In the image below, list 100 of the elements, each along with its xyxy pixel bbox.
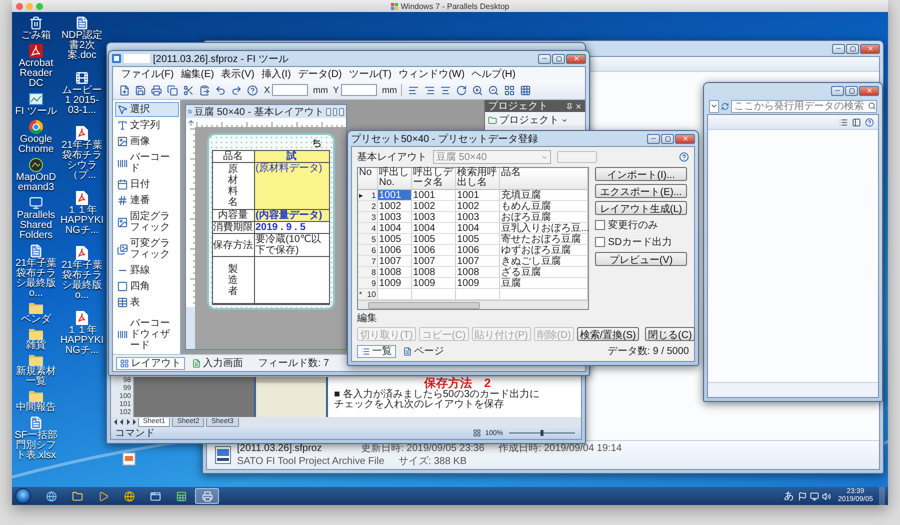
table-cell[interactable]: ゆずおぼろ豆腐	[500, 245, 588, 256]
sheet-navigation-icon[interactable]	[114, 419, 136, 425]
search-field[interactable]: ここから発行用データの検索	[731, 100, 877, 112]
tool-item[interactable]: 日付	[115, 177, 179, 192]
tool-item[interactable]: 選択	[115, 102, 179, 117]
desktop-icon-label[interactable]: ベンダ	[14, 315, 58, 325]
menu-item[interactable]: ファイル(F)	[121, 67, 174, 81]
table-cell[interactable]: 1008	[412, 267, 456, 278]
table-cell[interactable]: 1008	[378, 267, 412, 278]
pdf-file-icon[interactable]	[76, 126, 88, 140]
desktop-icon-label[interactable]: 21年子葉袋布チラシ最終版o...	[60, 261, 104, 301]
row-header[interactable]: ▸ 1	[358, 190, 378, 201]
folder-icon[interactable]	[29, 354, 43, 366]
help-icon[interactable]	[865, 118, 874, 126]
flag-icon[interactable]	[798, 492, 807, 500]
help-button[interactable]	[245, 83, 259, 97]
tool-item[interactable]: 画像	[115, 134, 179, 149]
desktop-icon-label[interactable]: 雑貨	[14, 341, 58, 351]
desktop-icon-label[interactable]: Google Chrome	[14, 135, 58, 155]
row-header[interactable]: 4	[358, 223, 378, 234]
app-window-icon[interactable]	[29, 92, 43, 106]
desktop-icon-label[interactable]: 21年子葉袋布チラシウラ（プ...	[60, 141, 104, 181]
save-button[interactable]	[133, 83, 147, 97]
column-header[interactable]: No	[358, 168, 378, 190]
table-cell[interactable]: 1004	[378, 223, 412, 234]
refresh-icon[interactable]	[721, 102, 729, 110]
menu-item[interactable]: ウィンドウ(W)	[398, 67, 465, 81]
column-header[interactable]: 呼出しデータ名	[412, 168, 456, 190]
close-button[interactable]	[675, 134, 695, 144]
help-icon[interactable]	[679, 152, 689, 162]
tool-item[interactable]: 四角	[115, 279, 179, 294]
row-header[interactable]: 9	[358, 278, 378, 289]
project-menu-button[interactable]: プロジェクト	[485, 112, 585, 128]
menu-item[interactable]: 挿入(I)	[261, 67, 291, 81]
coordinate-field[interactable]	[272, 84, 308, 96]
view-tab[interactable]: 一覧	[357, 344, 396, 358]
table-cell[interactable]: 1007	[378, 256, 412, 267]
zoom-in-button[interactable]	[470, 83, 484, 97]
grid-button[interactable]	[518, 83, 532, 97]
table-cell[interactable]: 1005	[412, 234, 456, 245]
desktop-icon-label[interactable]: Acrobat Reader DC	[14, 59, 58, 89]
zoom-out-button[interactable]	[486, 83, 500, 97]
page-button[interactable]	[502, 83, 516, 97]
desktop-icon-label[interactable]: NDP認定書2次案.doc	[60, 31, 104, 61]
table-cell[interactable]	[500, 289, 588, 300]
table-cell[interactable]: 1006	[378, 245, 412, 256]
row-header[interactable]: 6	[358, 245, 378, 256]
pdf-file-icon[interactable]	[76, 191, 88, 205]
table-cell[interactable]: 寄せたおぼろ豆腐	[500, 234, 588, 245]
round-logo-icon[interactable]	[29, 120, 43, 134]
pdf-app-icon[interactable]	[29, 44, 43, 58]
desktop-icon-label[interactable]: 新規素材一覧	[14, 367, 58, 387]
desktop-icon-label[interactable]: SF一括部門別シフト表.xlsx	[14, 431, 58, 461]
menu-item[interactable]: データ(D)	[298, 67, 342, 81]
menu-item[interactable]: ヘルプ(H)	[472, 67, 516, 81]
table-cell[interactable]: 1004	[456, 223, 500, 234]
table-cell[interactable]: 1002	[378, 201, 412, 212]
row-header[interactable]: 7	[358, 256, 378, 267]
table-cell[interactable]: 1009	[456, 278, 500, 289]
table-cell[interactable]: おぼろ豆腐	[500, 212, 588, 223]
input-mode-indicator[interactable]: あ	[782, 490, 795, 502]
row-header[interactable]: 2	[358, 201, 378, 212]
presentation-file-icon[interactable]	[122, 452, 136, 466]
network-icon[interactable]	[810, 492, 819, 500]
table-cell[interactable]: 1005	[456, 234, 500, 245]
column-header[interactable]: 検索用呼出し名	[456, 168, 500, 190]
checkbox-option[interactable]: 変更行のみ	[595, 218, 687, 232]
folder-icon[interactable]	[29, 390, 43, 402]
action-button[interactable]: エクスポート(E)...	[595, 184, 687, 198]
row-header[interactable]: * 10	[358, 289, 378, 300]
close-icon[interactable]	[575, 102, 582, 110]
column-header[interactable]: 呼出しNo.	[378, 168, 412, 190]
edit-button[interactable]: 検索/置換(S)	[576, 327, 640, 341]
desktop-icon-label[interactable]: Parallels Shared Folders	[14, 211, 58, 241]
tool-item[interactable]: バーコードウィザード	[115, 316, 179, 353]
tool-item[interactable]: 罫線	[115, 263, 179, 278]
desktop-icon-label[interactable]: MapOnDemand3	[14, 173, 58, 193]
row-header[interactable]: 8	[358, 267, 378, 278]
close-button[interactable]	[566, 54, 586, 64]
menu-item[interactable]: 表示(V)	[221, 67, 254, 81]
slider-thumb[interactable]	[540, 430, 544, 436]
trash-icon[interactable]	[29, 16, 43, 30]
row-header[interactable]: 5	[358, 234, 378, 245]
table-cell[interactable]: 1006	[456, 245, 500, 256]
view-tab[interactable]: 入力画面	[188, 356, 247, 370]
table-cell[interactable]: 1001	[456, 190, 500, 201]
table-cell[interactable]: 充填豆腐	[500, 190, 588, 201]
pdf-file-icon[interactable]	[76, 246, 88, 260]
table-cell[interactable]: 1004	[412, 223, 456, 234]
action-button[interactable]: インポート(I)...	[595, 167, 687, 181]
start-button[interactable]	[15, 488, 31, 504]
table-cell[interactable]: 1007	[456, 256, 500, 267]
tool-item[interactable]: 連番	[115, 193, 179, 208]
table-cell[interactable]: 1009	[378, 278, 412, 289]
table-cell[interactable]: ざる豆腐	[500, 267, 588, 278]
desktop-icon-label[interactable]: 21年子葉袋布チラシ最終版o...	[14, 259, 58, 299]
desktop-icon-label[interactable]: ムービー 1 2015-03-1...	[60, 86, 104, 116]
view-icon[interactable]	[839, 118, 848, 126]
folder-icon[interactable]	[29, 302, 43, 314]
menu-item[interactable]: 編集(E)	[180, 67, 214, 81]
